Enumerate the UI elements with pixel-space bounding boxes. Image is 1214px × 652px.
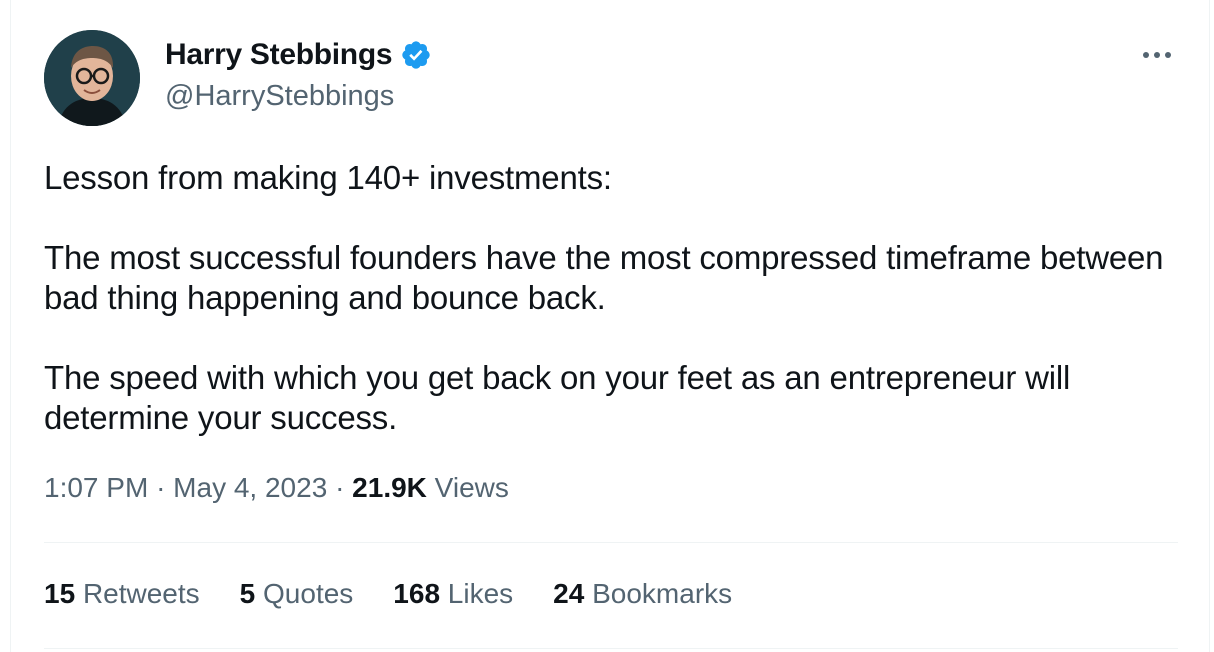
views-label: Views xyxy=(434,472,509,503)
verified-badge-icon xyxy=(402,41,430,69)
bookmarks-count: 24 xyxy=(553,578,585,609)
divider xyxy=(44,542,1178,543)
tweet-meta: 1:07 PM · May 4, 2023 · 21.9K Views xyxy=(44,472,509,504)
tweet-paragraph: Lesson from making 140+ investments: xyxy=(44,159,612,196)
retweets-count: 15 xyxy=(44,578,76,609)
tweet-time[interactable]: 1:07 PM xyxy=(44,472,148,503)
retweets-stat[interactable]: 15 Retweets xyxy=(44,578,200,610)
author-name-row[interactable]: Harry Stebbings xyxy=(165,38,432,72)
avatar-image xyxy=(44,30,140,126)
tweet-text: Lesson from making 140+ investments: The… xyxy=(44,158,1174,478)
likes-stat[interactable]: 168 Likes xyxy=(393,578,513,610)
quotes-count: 5 xyxy=(239,578,256,609)
tweet-paragraph: The most successful founders have the mo… xyxy=(44,239,1164,316)
quotes-label: Quotes xyxy=(263,578,354,609)
meta-separator: · xyxy=(335,472,345,503)
author-handle[interactable]: @HarryStebbings xyxy=(165,80,394,113)
retweets-label: Retweets xyxy=(82,578,200,609)
tweet-date[interactable]: May 4, 2023 xyxy=(173,472,327,503)
quotes-stat[interactable]: 5 Quotes xyxy=(240,578,354,610)
likes-label: Likes xyxy=(447,578,514,609)
meta-separator: · xyxy=(156,472,166,503)
views-count: 21.9K xyxy=(352,472,427,503)
more-horizontal-icon[interactable] xyxy=(1140,42,1174,68)
bookmarks-stat[interactable]: 24 Bookmarks xyxy=(553,578,732,610)
tweet-paragraph: The speed with which you get back on you… xyxy=(44,359,1071,436)
avatar[interactable] xyxy=(44,30,140,126)
author-name[interactable]: Harry Stebbings xyxy=(165,38,393,72)
likes-count: 168 xyxy=(393,578,441,609)
bookmarks-label: Bookmarks xyxy=(592,578,733,609)
divider xyxy=(44,648,1178,649)
engagement-stats: 15 Retweets 5 Quotes 168 Likes 24 Bookma… xyxy=(44,578,732,610)
